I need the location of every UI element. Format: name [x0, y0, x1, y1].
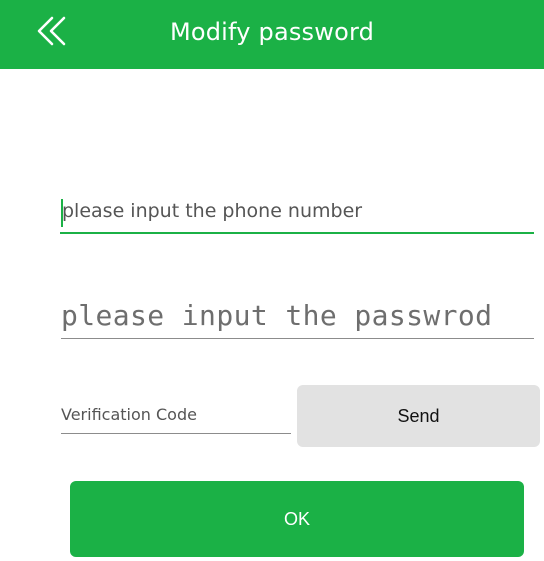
top-app-bar: Modify password: [0, 0, 544, 69]
page-title: Modify password: [169, 18, 375, 46]
phone-number-field[interactable]: [60, 194, 534, 234]
verification-code-input[interactable]: [61, 398, 291, 433]
text-cursor: [61, 199, 63, 227]
phone-number-input[interactable]: [60, 194, 534, 232]
ok-button[interactable]: OK: [70, 481, 524, 557]
send-code-button[interactable]: Send: [297, 385, 540, 447]
modify-password-screen: Modify password Send OK: [0, 0, 544, 561]
password-input[interactable]: [61, 294, 534, 338]
password-field[interactable]: [61, 294, 534, 339]
verification-code-field[interactable]: [61, 398, 291, 434]
